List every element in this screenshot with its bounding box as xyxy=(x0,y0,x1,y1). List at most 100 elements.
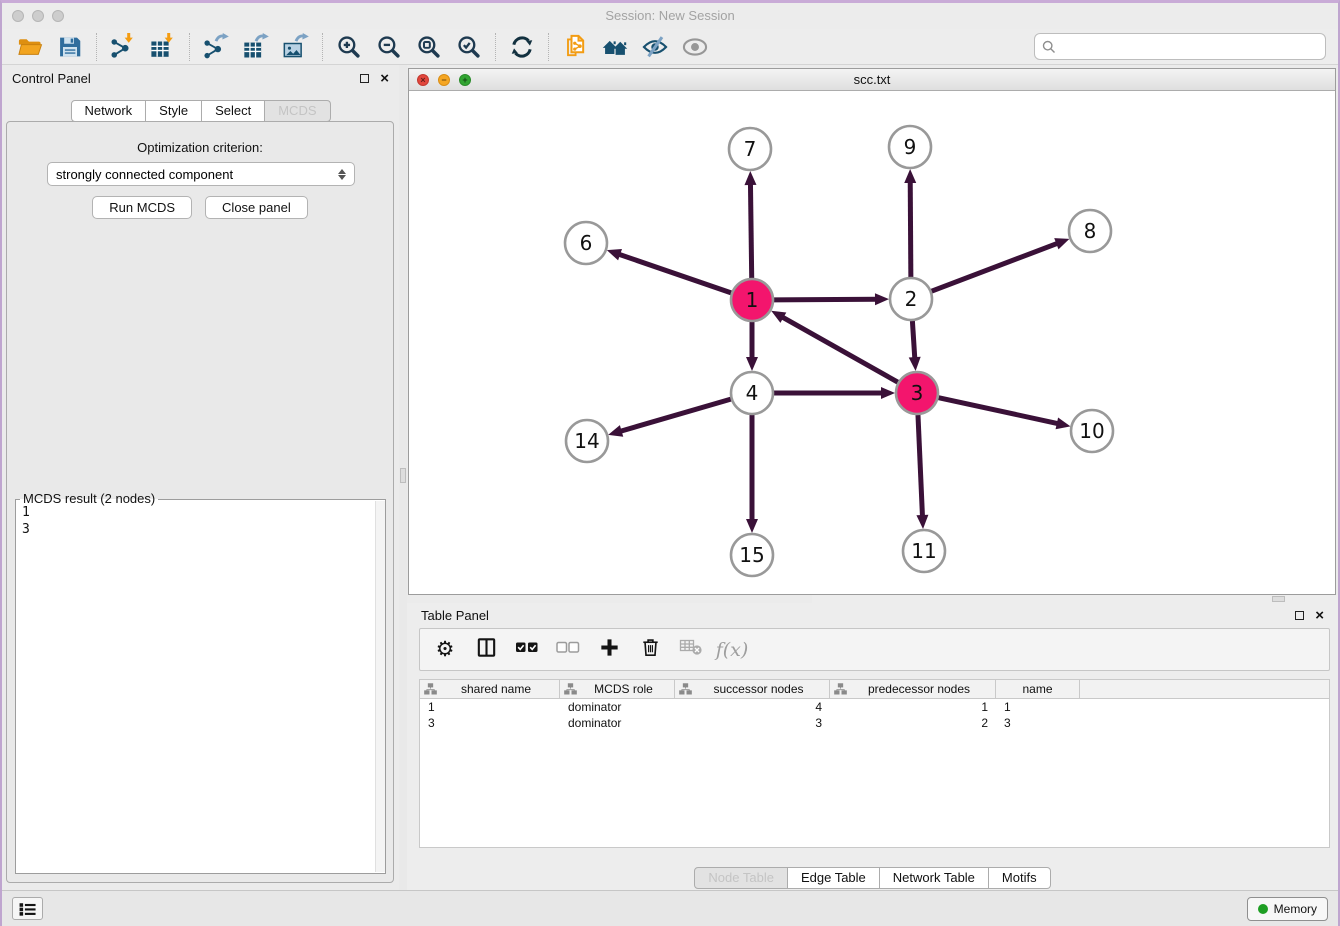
create-column-button[interactable] xyxy=(596,636,622,664)
search-box[interactable] xyxy=(1034,33,1326,60)
network-window-title: scc.txt xyxy=(409,72,1335,87)
control-panel: Control Panel × Network Style Select MCD… xyxy=(2,65,399,893)
memory-status-icon xyxy=(1258,904,1268,914)
network-window: × − + scc.txt 7968124314101511 xyxy=(408,68,1336,595)
eye-gray-icon xyxy=(681,33,709,61)
zoom-out-button[interactable] xyxy=(369,31,409,63)
criterion-dropdown[interactable]: strongly connected component xyxy=(47,162,355,186)
tab-select[interactable]: Select xyxy=(202,100,265,122)
graph-edge-2-3[interactable] xyxy=(912,321,914,359)
table-cell[interactable]: 1 xyxy=(830,699,996,715)
column-header-MCDS-role[interactable]: MCDS role xyxy=(560,680,675,698)
graph-edge-arrowhead xyxy=(904,169,916,183)
mcds-result-line: 1 xyxy=(22,504,371,521)
tab-edge-table[interactable]: Edge Table xyxy=(788,867,880,889)
float-panel-icon[interactable] xyxy=(1295,611,1304,620)
graph-node-label: 6 xyxy=(580,231,593,255)
network-window-titlebar[interactable]: × − + scc.txt xyxy=(409,69,1335,91)
graph-edge-1-7[interactable] xyxy=(750,183,751,278)
org-chart-icon xyxy=(564,683,577,695)
table-mode-button[interactable]: ⚙ xyxy=(432,636,458,664)
column-header-name[interactable]: name xyxy=(996,680,1080,698)
export-network-icon xyxy=(202,33,230,61)
refresh-icon xyxy=(508,33,536,61)
tab-node-table[interactable]: Node Table xyxy=(694,867,788,889)
memory-button[interactable]: Memory xyxy=(1247,897,1328,921)
export-network-button[interactable] xyxy=(196,31,236,63)
toolbar-separator xyxy=(548,33,549,61)
function-builder-button: f(x) xyxy=(719,636,745,664)
table-cell[interactable]: 1 xyxy=(996,699,1080,715)
table-row[interactable]: 1dominator411 xyxy=(420,699,1329,715)
graph-edge-2-8[interactable] xyxy=(932,243,1059,291)
table-cell[interactable]: 3 xyxy=(420,715,560,731)
graph-node-label: 11 xyxy=(911,539,936,563)
close-panel-icon[interactable]: × xyxy=(1315,608,1324,623)
network-from-selection-button[interactable] xyxy=(555,31,595,63)
tab-mcds[interactable]: MCDS xyxy=(265,100,330,122)
table-cell[interactable]: dominator xyxy=(560,699,675,715)
run-mcds-button[interactable]: Run MCDS xyxy=(92,196,192,219)
float-panel-icon[interactable] xyxy=(360,74,369,83)
delete-column-button[interactable] xyxy=(637,636,663,664)
graph-edge-3-1[interactable] xyxy=(782,317,898,383)
export-table-button[interactable] xyxy=(236,31,276,63)
search-input[interactable] xyxy=(1056,39,1325,54)
column-header-shared-name[interactable]: shared name xyxy=(420,680,560,698)
graph-edge-1-2[interactable] xyxy=(774,299,877,300)
import-network-button[interactable] xyxy=(103,31,143,63)
graph-edge-3-11[interactable] xyxy=(918,415,923,517)
deselect-all-columns-button[interactable] xyxy=(555,636,581,664)
table-cell[interactable]: 3 xyxy=(675,715,830,731)
dropdown-stepper-icon xyxy=(338,169,346,180)
mcds-result-text[interactable]: 13 xyxy=(22,504,371,869)
toolbar-separator xyxy=(189,33,190,61)
table-cell[interactable]: 3 xyxy=(996,715,1080,731)
export-image-icon xyxy=(282,33,310,61)
tab-network[interactable]: Network xyxy=(70,100,146,122)
column-header-predecessor-nodes[interactable]: predecessor nodes xyxy=(830,680,996,698)
graph-edge-arrowhead xyxy=(1056,417,1071,429)
tab-network-table[interactable]: Network Table xyxy=(880,867,989,889)
splitter-grip[interactable] xyxy=(400,468,406,483)
show-all-button[interactable] xyxy=(675,31,715,63)
home-network-button[interactable] xyxy=(595,31,635,63)
tab-style[interactable]: Style xyxy=(146,100,202,122)
graph-edge-3-10[interactable] xyxy=(938,398,1058,424)
graph-edge-4-14[interactable] xyxy=(620,399,731,431)
import-table-button[interactable] xyxy=(143,31,183,63)
table-row[interactable]: 3dominator323 xyxy=(420,715,1329,731)
table-cell[interactable]: dominator xyxy=(560,715,675,731)
network-canvas[interactable]: 7968124314101511 xyxy=(409,91,1335,594)
network-graph[interactable]: 7968124314101511 xyxy=(409,91,1335,594)
vertical-splitter[interactable] xyxy=(399,65,407,893)
close-panel-icon[interactable]: × xyxy=(380,71,389,86)
open-session-button[interactable] xyxy=(10,31,50,63)
zoom-in-button[interactable] xyxy=(329,31,369,63)
select-all-columns-button[interactable] xyxy=(514,636,540,664)
export-table-icon xyxy=(242,33,270,61)
result-scrollbar[interactable] xyxy=(375,501,385,872)
table-tabs: Node Table Edge Table Network Table Moti… xyxy=(407,867,1338,889)
hide-selected-button[interactable] xyxy=(635,31,675,63)
close-panel-button[interactable]: Close panel xyxy=(205,196,308,219)
apply-layout-button[interactable] xyxy=(502,31,542,63)
table-cell[interactable]: 4 xyxy=(675,699,830,715)
column-header-successor-nodes[interactable]: successor nodes xyxy=(675,680,830,698)
tab-motifs[interactable]: Motifs xyxy=(989,867,1051,889)
graph-edge-1-6[interactable] xyxy=(618,254,731,293)
task-history-button[interactable] xyxy=(12,897,43,920)
toggle-column-view-button[interactable] xyxy=(473,636,499,664)
org-chart-icon xyxy=(424,683,437,695)
graph-edge-2-9[interactable] xyxy=(910,181,911,277)
control-panel-title: Control Panel xyxy=(12,71,91,86)
search-icon xyxy=(1042,40,1056,54)
table-cell[interactable]: 1 xyxy=(420,699,560,715)
export-image-button[interactable] xyxy=(276,31,316,63)
zoom-fit-button[interactable] xyxy=(409,31,449,63)
horizontal-splitter[interactable] xyxy=(812,595,1338,603)
save-session-button[interactable] xyxy=(50,31,90,63)
table-cell[interactable]: 2 xyxy=(830,715,996,731)
splitter-grip[interactable] xyxy=(1272,596,1285,602)
zoom-selected-button[interactable] xyxy=(449,31,489,63)
